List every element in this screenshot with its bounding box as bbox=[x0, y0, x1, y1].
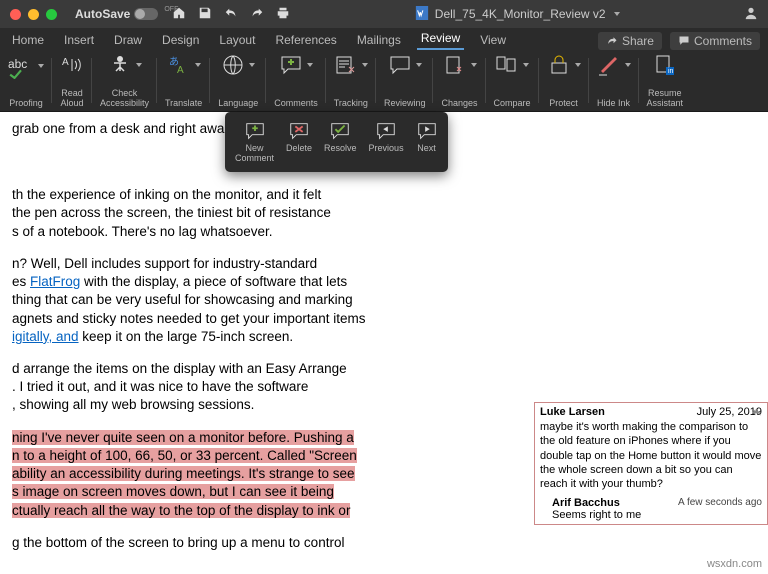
hyperlink[interactable]: igitally, and bbox=[12, 329, 79, 344]
document-title: Dell_75_4K_Monitor_Review v2 bbox=[435, 7, 606, 21]
word-doc-icon bbox=[415, 6, 429, 23]
highlighted-text: n to a height of 100, 66, 50, or 33 perc… bbox=[12, 448, 357, 463]
account-icon[interactable] bbox=[744, 6, 758, 23]
chevron-down-icon bbox=[136, 63, 142, 67]
ribbon-read-aloud[interactable]: A Read Aloud bbox=[52, 50, 92, 111]
maximize-window-button[interactable] bbox=[46, 9, 57, 20]
chevron-down-icon bbox=[249, 63, 255, 67]
undo-icon[interactable] bbox=[224, 6, 238, 23]
chevron-down-icon bbox=[307, 63, 313, 67]
doc-text: s of a notebook. There's no lag whatsoev… bbox=[12, 224, 273, 239]
window-controls[interactable] bbox=[10, 9, 57, 20]
chevron-down-icon bbox=[523, 63, 529, 67]
chevron-down-icon bbox=[625, 63, 631, 67]
ribbon-language[interactable]: Language bbox=[210, 50, 266, 111]
ribbon-resume-assistant[interactable]: in Resume Assistant bbox=[639, 50, 692, 111]
doc-text: es bbox=[12, 274, 30, 289]
tab-design[interactable]: Design bbox=[158, 30, 203, 50]
flyout-previous[interactable]: Previous bbox=[363, 116, 410, 168]
document-body[interactable]: grab one from a desk and right awa th th… bbox=[0, 112, 534, 574]
ribbon-check-accessibility[interactable]: Check Accessibility bbox=[92, 50, 157, 111]
hyperlink[interactable]: FlatFrog bbox=[30, 274, 80, 289]
ribbon-proofing[interactable]: abc Proofing bbox=[0, 50, 52, 111]
svg-text:A: A bbox=[62, 57, 69, 68]
tab-mailings[interactable]: Mailings bbox=[353, 30, 405, 50]
doc-text: n? Well, Dell includes support for indus… bbox=[12, 256, 317, 271]
chevron-down-icon bbox=[38, 64, 44, 68]
ribbon-protect[interactable]: Protect bbox=[539, 50, 589, 111]
minimize-window-button[interactable] bbox=[28, 9, 39, 20]
doc-text: . I tried it out, and it was nice to hav… bbox=[12, 379, 308, 394]
chevron-down-icon bbox=[471, 63, 477, 67]
doc-text: thing that can be very useful for showca… bbox=[12, 292, 353, 307]
tab-references[interactable]: References bbox=[271, 30, 340, 50]
comment-author: Luke Larsen bbox=[540, 406, 605, 418]
autosave-label: AutoSave bbox=[75, 7, 130, 21]
comment-thread[interactable]: Luke Larsen July 25, 2019 maybe it's wor… bbox=[534, 402, 768, 525]
doc-text: grab one from a desk and right awa bbox=[12, 121, 224, 136]
doc-text: with the display, a piece of software th… bbox=[80, 274, 347, 289]
ribbon-changes[interactable]: Changes bbox=[433, 50, 485, 111]
tab-draw[interactable]: Draw bbox=[110, 30, 146, 50]
doc-text: the pen across the screen, the tiniest b… bbox=[12, 205, 331, 220]
doc-text: d arrange the items on the display with … bbox=[12, 361, 347, 376]
highlighted-text: ctually reach all the way to the top of … bbox=[12, 503, 350, 518]
svg-text:abc: abc bbox=[8, 57, 27, 71]
comments-pane: Luke Larsen July 25, 2019 maybe it's wor… bbox=[534, 112, 768, 574]
svg-text:A: A bbox=[177, 65, 184, 76]
comments-button[interactable]: Comments bbox=[670, 32, 760, 50]
reply-body: Seems right to me bbox=[552, 509, 641, 521]
reply-time: A few seconds ago bbox=[678, 497, 762, 508]
ribbon-comments[interactable]: Comments bbox=[266, 50, 326, 111]
chevron-down-icon bbox=[362, 63, 368, 67]
ribbon-hide-ink[interactable]: Hide Ink bbox=[589, 50, 639, 111]
reply-author: Arif Bacchus bbox=[552, 497, 620, 509]
flyout-resolve[interactable]: Resolve bbox=[318, 116, 363, 168]
redo-icon[interactable] bbox=[250, 6, 264, 23]
close-window-button[interactable] bbox=[10, 9, 21, 20]
ribbon-translate[interactable]: あA Translate bbox=[157, 50, 210, 111]
flyout-next[interactable]: Next bbox=[410, 116, 444, 168]
chevron-down-icon bbox=[195, 63, 201, 67]
tab-insert[interactable]: Insert bbox=[60, 30, 98, 50]
doc-text: agnets and sticky notes needed to get yo… bbox=[12, 311, 365, 326]
reply-icon[interactable] bbox=[751, 407, 763, 422]
highlighted-text: ning I've never quite seen on a monitor … bbox=[12, 430, 354, 445]
doc-text: , showing all my web browsing sessions. bbox=[12, 397, 254, 412]
ribbon-compare[interactable]: Compare bbox=[486, 50, 539, 111]
doc-text: th the experience of inking on the monit… bbox=[12, 187, 321, 202]
chevron-down-icon bbox=[416, 63, 422, 67]
doc-text: keep it on the large 75-inch screen. bbox=[79, 329, 294, 344]
comment-body: maybe it's worth making the comparison t… bbox=[540, 420, 762, 491]
tab-review[interactable]: Review bbox=[417, 28, 464, 50]
svg-text:in: in bbox=[668, 68, 674, 75]
chevron-down-icon bbox=[575, 63, 581, 67]
flyout-new-comment[interactable]: New Comment bbox=[229, 116, 280, 168]
autosave-toggle[interactable]: OFF bbox=[134, 8, 158, 20]
highlighted-text: s image on screen moves down, but I can … bbox=[12, 484, 334, 499]
print-icon[interactable] bbox=[276, 6, 290, 23]
watermark: wsxdn.com bbox=[707, 558, 762, 570]
tab-layout[interactable]: Layout bbox=[215, 30, 259, 50]
share-button[interactable]: Share bbox=[598, 32, 662, 50]
ribbon-tracking[interactable]: Tracking bbox=[326, 50, 376, 111]
highlighted-text: ability an accessibility during meetings… bbox=[12, 466, 355, 481]
chevron-down-icon[interactable] bbox=[614, 12, 620, 16]
doc-text: g the bottom of the screen to bring up a… bbox=[12, 535, 344, 550]
flyout-delete[interactable]: Delete bbox=[280, 116, 318, 168]
tab-view[interactable]: View bbox=[476, 30, 510, 50]
ribbon-reviewing[interactable]: Reviewing bbox=[376, 50, 434, 111]
save-icon[interactable] bbox=[198, 6, 212, 23]
tab-home[interactable]: Home bbox=[8, 30, 48, 50]
quick-access-toolbar bbox=[172, 6, 290, 23]
comments-flyout: New Comment Delete Resolve Previous Next bbox=[225, 112, 448, 172]
